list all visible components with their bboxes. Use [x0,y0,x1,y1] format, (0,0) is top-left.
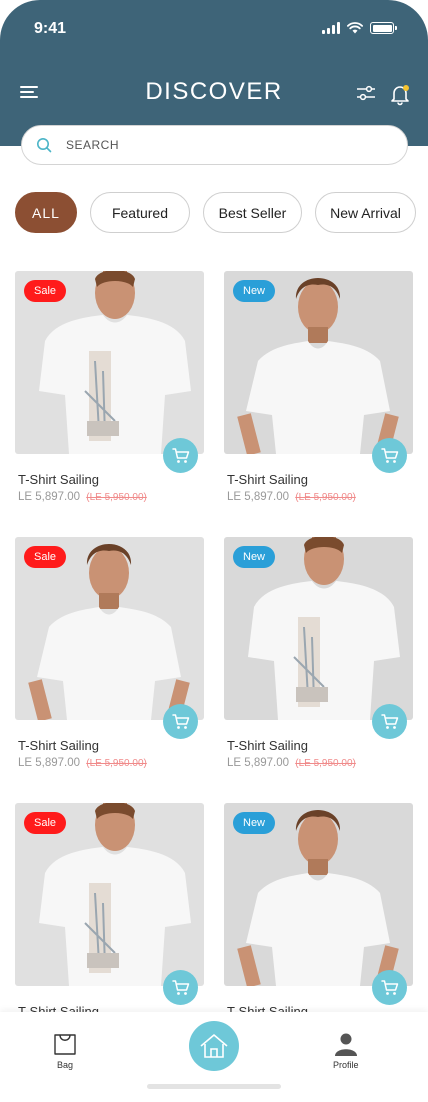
new-badge: New [233,546,276,568]
home-icon [200,1034,228,1058]
product-name[interactable]: T-Shirt Sailing [18,738,204,753]
notifications-button[interactable] [388,82,412,111]
product-name[interactable]: T-Shirt Sailing [18,472,204,487]
nav-profile[interactable]: Profile [333,1032,359,1070]
product-image[interactable]: New [224,537,413,720]
original-price: (LE 5,950.00) [295,758,356,769]
product-card[interactable]: Sale T-Shirt Sailing LE 5,897.00 (LE 5,9… [15,537,204,769]
status-time: 9:41 [34,20,67,37]
profile-icon [334,1033,357,1056]
battery-icon [370,22,397,34]
sale-badge: Sale [24,546,67,568]
bottom-navigation: Bag Profile [0,1012,428,1102]
signal-icon [322,22,340,34]
wifi-icon [347,22,363,34]
original-price: (LE 5,950.00) [86,758,147,769]
status-icons [322,22,397,34]
product-card[interactable]: Sale T-Shirt Sailing LE 5,897.00 (LE 5,9… [15,803,204,1035]
home-indicator [147,1084,281,1089]
new-badge: New [233,812,276,834]
bag-icon [54,1034,76,1055]
search-bar[interactable] [21,125,408,165]
search-icon [37,138,52,153]
filter-button[interactable] [356,85,376,106]
new-badge: New [233,280,276,302]
cart-icon [380,713,398,729]
current-price: LE 5,897.00 [227,491,290,503]
product-price: LE 5,897.00 (LE 5,950.00) [227,757,413,769]
cart-icon [380,979,398,995]
product-image[interactable]: New [224,803,413,986]
sale-badge: Sale [24,280,67,302]
sale-badge: Sale [24,812,67,834]
add-to-cart-button[interactable] [372,704,407,739]
product-name[interactable]: T-Shirt Sailing [227,738,413,753]
product-card[interactable]: New T-Shirt Sailing LE 5,897.00 (LE 5,95… [224,537,413,769]
product-image[interactable]: Sale [15,271,204,454]
current-price: LE 5,897.00 [18,757,81,769]
product-image[interactable]: New [224,271,413,454]
nav-bag[interactable]: Bag [52,1032,78,1070]
filter-chip-all[interactable]: ALL [15,192,77,233]
filter-chip-best-seller[interactable]: Best Seller [203,192,302,233]
product-image[interactable]: Sale [15,803,204,986]
add-to-cart-button[interactable] [163,438,198,473]
add-to-cart-button[interactable] [372,970,407,1005]
nav-profile-label: Profile [333,1060,359,1070]
filter-icon [357,85,375,101]
bell-icon [391,85,409,106]
cart-icon [171,979,189,995]
product-card[interactable]: Sale T-Shirt Sailing LE 5,897.00 (LE 5,9… [15,271,204,503]
cart-icon [171,447,189,463]
filter-chip-featured[interactable]: Featured [90,192,190,233]
nav-home[interactable] [189,1021,239,1071]
product-image[interactable]: Sale [15,537,204,720]
category-filters: ALL Featured Best Seller New Arrival [15,192,428,233]
product-price: LE 5,897.00 (LE 5,950.00) [18,491,204,503]
add-to-cart-button[interactable] [372,438,407,473]
product-card[interactable]: New T-Shirt Sailing LE 5,897.00 (LE 5,95… [224,271,413,503]
current-price: LE 5,897.00 [227,757,290,769]
cart-icon [171,713,189,729]
cart-icon [380,447,398,463]
add-to-cart-button[interactable] [163,970,198,1005]
current-price: LE 5,897.00 [18,491,81,503]
product-card[interactable]: New T-Shirt Sailing LE 5,897.00 (LE 5,95… [224,803,413,1035]
nav-bag-label: Bag [56,1060,73,1070]
filter-chip-new-arrival[interactable]: New Arrival [315,192,416,233]
search-input[interactable] [66,138,366,152]
product-name[interactable]: T-Shirt Sailing [227,472,413,487]
product-price: LE 5,897.00 (LE 5,950.00) [18,757,204,769]
original-price: (LE 5,950.00) [295,492,356,503]
original-price: (LE 5,950.00) [86,492,147,503]
product-price: LE 5,897.00 (LE 5,950.00) [227,491,413,503]
add-to-cart-button[interactable] [163,704,198,739]
notification-dot [403,85,409,91]
